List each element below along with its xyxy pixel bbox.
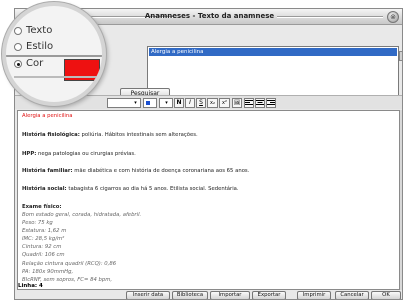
magnifier-group-border [14, 76, 102, 78]
radio-estilo[interactable] [14, 43, 22, 51]
font-select[interactable]: ▾ [107, 98, 141, 108]
search-result-item[interactable]: Alergia a penicilina [149, 48, 397, 56]
chevron-down-icon: ▾ [165, 100, 168, 106]
color-indicator [146, 101, 150, 105]
align-left-button[interactable] [244, 98, 254, 108]
subscript-button[interactable]: x₂ [207, 98, 218, 108]
color-select[interactable] [143, 98, 157, 108]
radio-selected-dot [17, 63, 20, 66]
image-icon[interactable]: 🖼 [232, 98, 242, 108]
paragraph-text: nega patologias ou cirurgias prévias. [36, 151, 136, 157]
exam-line: Relação cintura quadril (RCQ): 0,86 [22, 261, 117, 267]
close-icon[interactable]: ⊗ [387, 11, 399, 23]
size-select[interactable]: ▾ [159, 98, 173, 108]
align-right-button[interactable] [266, 98, 276, 108]
paragraph-label: História fisiológica: [22, 132, 80, 138]
exam-line: PA: 180x 90mmHg, [22, 269, 74, 275]
align-left-icon [245, 100, 253, 105]
magnifier-divider [6, 55, 102, 57]
allergy-heading: Alergia a penicilina [22, 113, 73, 119]
paragraph-physiological: História fisiológica: poliúria. Hábitos … [22, 132, 198, 138]
align-center-icon [256, 100, 264, 105]
radio-texto[interactable] [14, 27, 22, 35]
chevron-down-icon: ▾ [134, 100, 137, 106]
align-center-button[interactable] [255, 98, 265, 108]
paragraph-social: História social: tabagista 6 cigarros ao… [22, 186, 239, 192]
radio-texto-label: Texto [26, 25, 53, 36]
exam-line: Cintura: 92 cm [22, 244, 62, 250]
exam-line: IMC: 28,5 kg/m² [22, 236, 65, 242]
paragraph-hpp: HPP: nega patologias ou cirurgias prévia… [22, 151, 136, 157]
cancel-button[interactable]: Cancelar [335, 291, 369, 299]
import-text-button[interactable]: Importar texto [210, 291, 250, 299]
paragraph-label: HPP: [22, 151, 37, 157]
italic-button[interactable]: I [185, 98, 195, 108]
align-right-icon [267, 100, 275, 105]
ok-button[interactable]: OK [371, 291, 401, 299]
magnifier-overlay: Texto Estilo Cor [2, 2, 106, 106]
radio-estilo-label: Estilo [26, 41, 54, 52]
exam-line: Bom estado geral, corada, hidratada, afe… [22, 212, 142, 218]
paragraph-text: poliúria. Hábitos intestinais sem altera… [79, 132, 198, 138]
underline-button[interactable]: S [196, 98, 206, 108]
paragraph-family: História familiar: mãe diabética e com h… [22, 168, 249, 174]
exam-line: Estatura: 1,62 m [22, 228, 67, 234]
superscript-button[interactable]: x² [219, 98, 230, 108]
bold-button[interactable]: N [174, 98, 184, 108]
paragraph-text: mãe diabética e com história de doença c… [72, 168, 250, 174]
line-counter: Linha: 4 [18, 283, 43, 289]
print-button[interactable]: Imprimir [297, 291, 331, 299]
paragraph-label: História familiar: [22, 168, 73, 174]
exam-line: Quadril: 106 cm [22, 252, 65, 258]
insert-date-button[interactable]: Inserir data [126, 291, 170, 299]
export-button[interactable]: Exportar [252, 291, 286, 299]
radio-cor[interactable] [14, 60, 22, 68]
exam-title: Exame físico: [22, 204, 62, 210]
exam-line: Peso: 75 kg [22, 220, 53, 226]
paragraph-text: tabagista 6 cigarros ao dia há 5 anos. E… [66, 186, 239, 192]
panel-resize-handle[interactable] [399, 51, 402, 61]
library-button[interactable]: Biblioteca [172, 291, 208, 299]
paragraph-label: História social: [22, 186, 67, 192]
radio-cor-label: Cor [26, 58, 44, 69]
anamnese-text-editor[interactable]: Alergia a penicilina História fisiológic… [17, 110, 400, 290]
